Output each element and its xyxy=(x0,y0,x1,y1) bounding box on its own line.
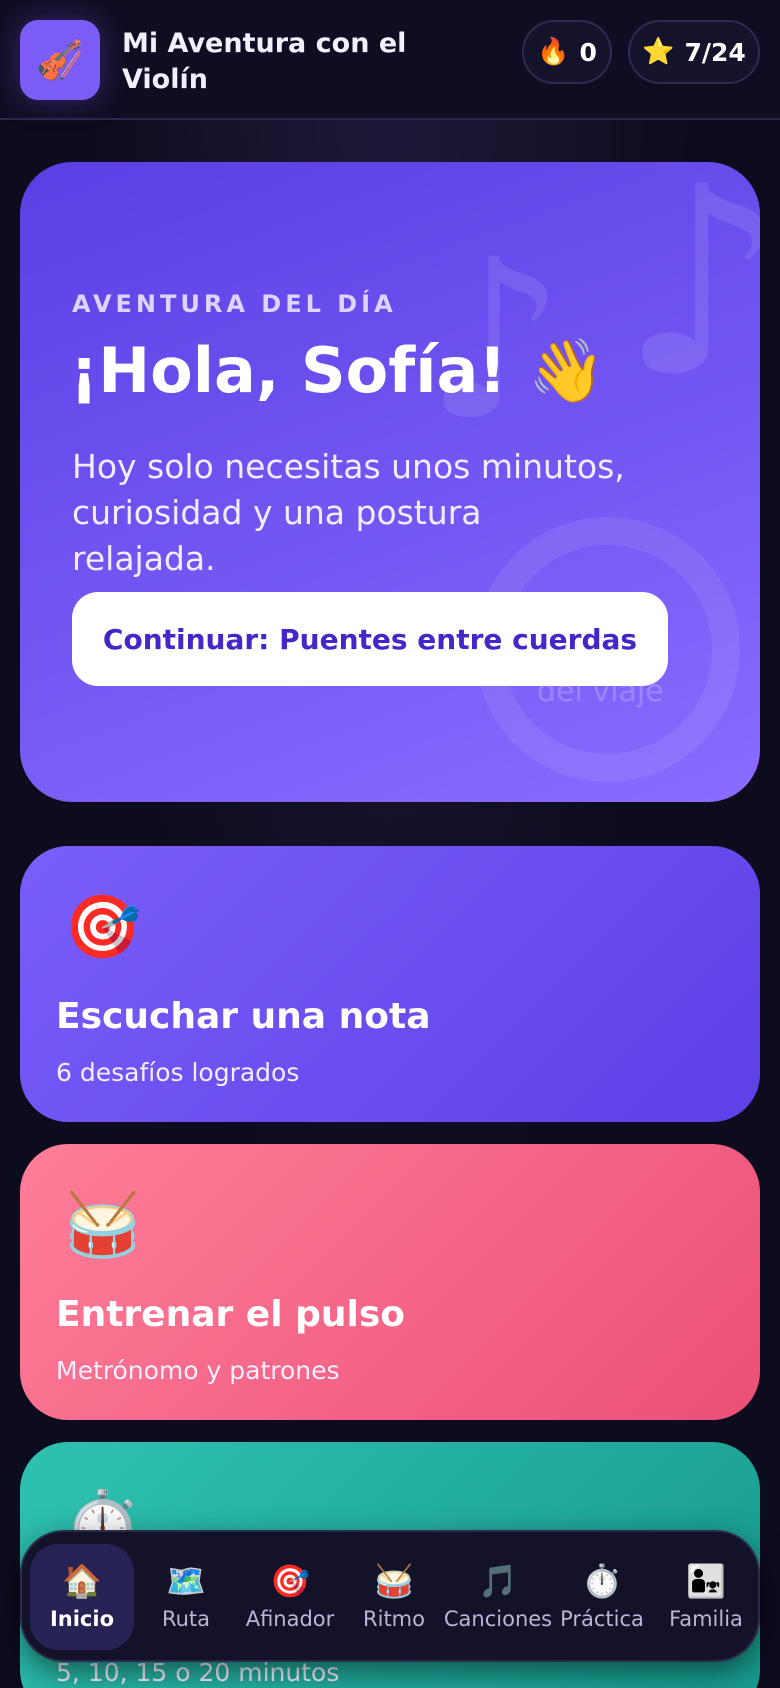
card-title: Entrenar el pulso xyxy=(56,1294,405,1335)
rhythm-training-card[interactable]: 🥁 Entrenar el pulso Metrónomo y patrones xyxy=(20,1144,760,1420)
stars-value: 7/24 xyxy=(684,37,746,67)
nav-item-practica[interactable]: ⏱️ Práctica xyxy=(550,1544,654,1650)
map-icon: 🗺️ xyxy=(166,1562,206,1600)
nav-item-familia[interactable]: 👨‍👧 Familia xyxy=(654,1544,758,1650)
continue-lesson-button[interactable]: Continuar: Puentes entre cuerdas xyxy=(72,592,668,686)
nav-label: Ritmo xyxy=(363,1607,425,1631)
card-subtitle: 5, 10, 15 o 20 minutos xyxy=(56,1658,340,1687)
nav-label: Afinador xyxy=(245,1607,335,1631)
stopwatch-icon: ⏱️ xyxy=(582,1562,622,1600)
stars-counter[interactable]: ⭐ 7/24 xyxy=(628,20,760,84)
listen-note-card[interactable]: 🎯 Escuchar una nota 6 desafíos logrados xyxy=(20,846,760,1122)
drum-icon: 🥁 xyxy=(64,1188,142,1261)
music-note-decoration: ♪ xyxy=(620,162,760,434)
target-icon: 🎯 xyxy=(64,890,142,963)
card-subtitle: Metrónomo y patrones xyxy=(56,1356,340,1385)
fire-icon: 🔥 xyxy=(537,37,570,67)
home-icon: 🏠 xyxy=(62,1562,102,1600)
home-screen: 🎻 Mi Aventura con el Violín 🔥 0 ⭐ 7/24 ♪… xyxy=(0,0,780,1688)
card-title: Escuchar una nota xyxy=(56,996,431,1037)
streak-value: 0 xyxy=(579,37,597,67)
greeting-title: ¡Hola, Sofía! 👋 xyxy=(70,334,606,407)
nav-item-canciones[interactable]: 🎵 Canciones xyxy=(443,1544,553,1650)
nav-label: Práctica xyxy=(560,1607,644,1631)
family-icon: 👨‍👧 xyxy=(686,1562,726,1600)
nav-label: Ruta xyxy=(161,1607,211,1631)
nav-label: Familia xyxy=(669,1607,743,1631)
nav-item-ritmo[interactable]: 🥁 Ritmo xyxy=(342,1544,446,1650)
nav-item-afinador[interactable]: 🎯 Afinador xyxy=(238,1544,342,1650)
streak-counter[interactable]: 🔥 0 xyxy=(522,20,612,84)
target-icon: 🎯 xyxy=(270,1562,310,1600)
card-subtitle: 6 desafíos logrados xyxy=(56,1058,300,1087)
nav-label: Canciones xyxy=(443,1607,553,1631)
hero-subtitle: Hoy solo necesitas unos minutos, curiosi… xyxy=(72,447,625,578)
nav-item-inicio[interactable]: 🏠 Inicio xyxy=(30,1544,134,1650)
app-header: 🎻 Mi Aventura con el Violín 🔥 0 ⭐ 7/24 xyxy=(0,0,780,120)
violin-icon[interactable]: 🎻 xyxy=(20,20,100,100)
app-title: Mi Aventura con el Violín xyxy=(122,28,407,95)
star-icon: ⭐ xyxy=(642,37,675,67)
nav-item-ruta[interactable]: 🗺️ Ruta xyxy=(134,1544,238,1650)
hero-kicker: AVENTURA DEL DÍA xyxy=(72,290,397,318)
nav-label: Inicio xyxy=(49,1607,115,1631)
bottom-navigation: 🏠 Inicio 🗺️ Ruta 🎯 Afinador 🥁 Ritmo 🎵 Ca… xyxy=(20,1530,760,1662)
music-notes-icon: 🎵 xyxy=(478,1562,518,1600)
drum-icon: 🥁 xyxy=(374,1562,414,1600)
daily-adventure-card: ♪ ♪ del viaje AVENTURA DEL DÍA ¡Hola, So… xyxy=(20,162,760,802)
